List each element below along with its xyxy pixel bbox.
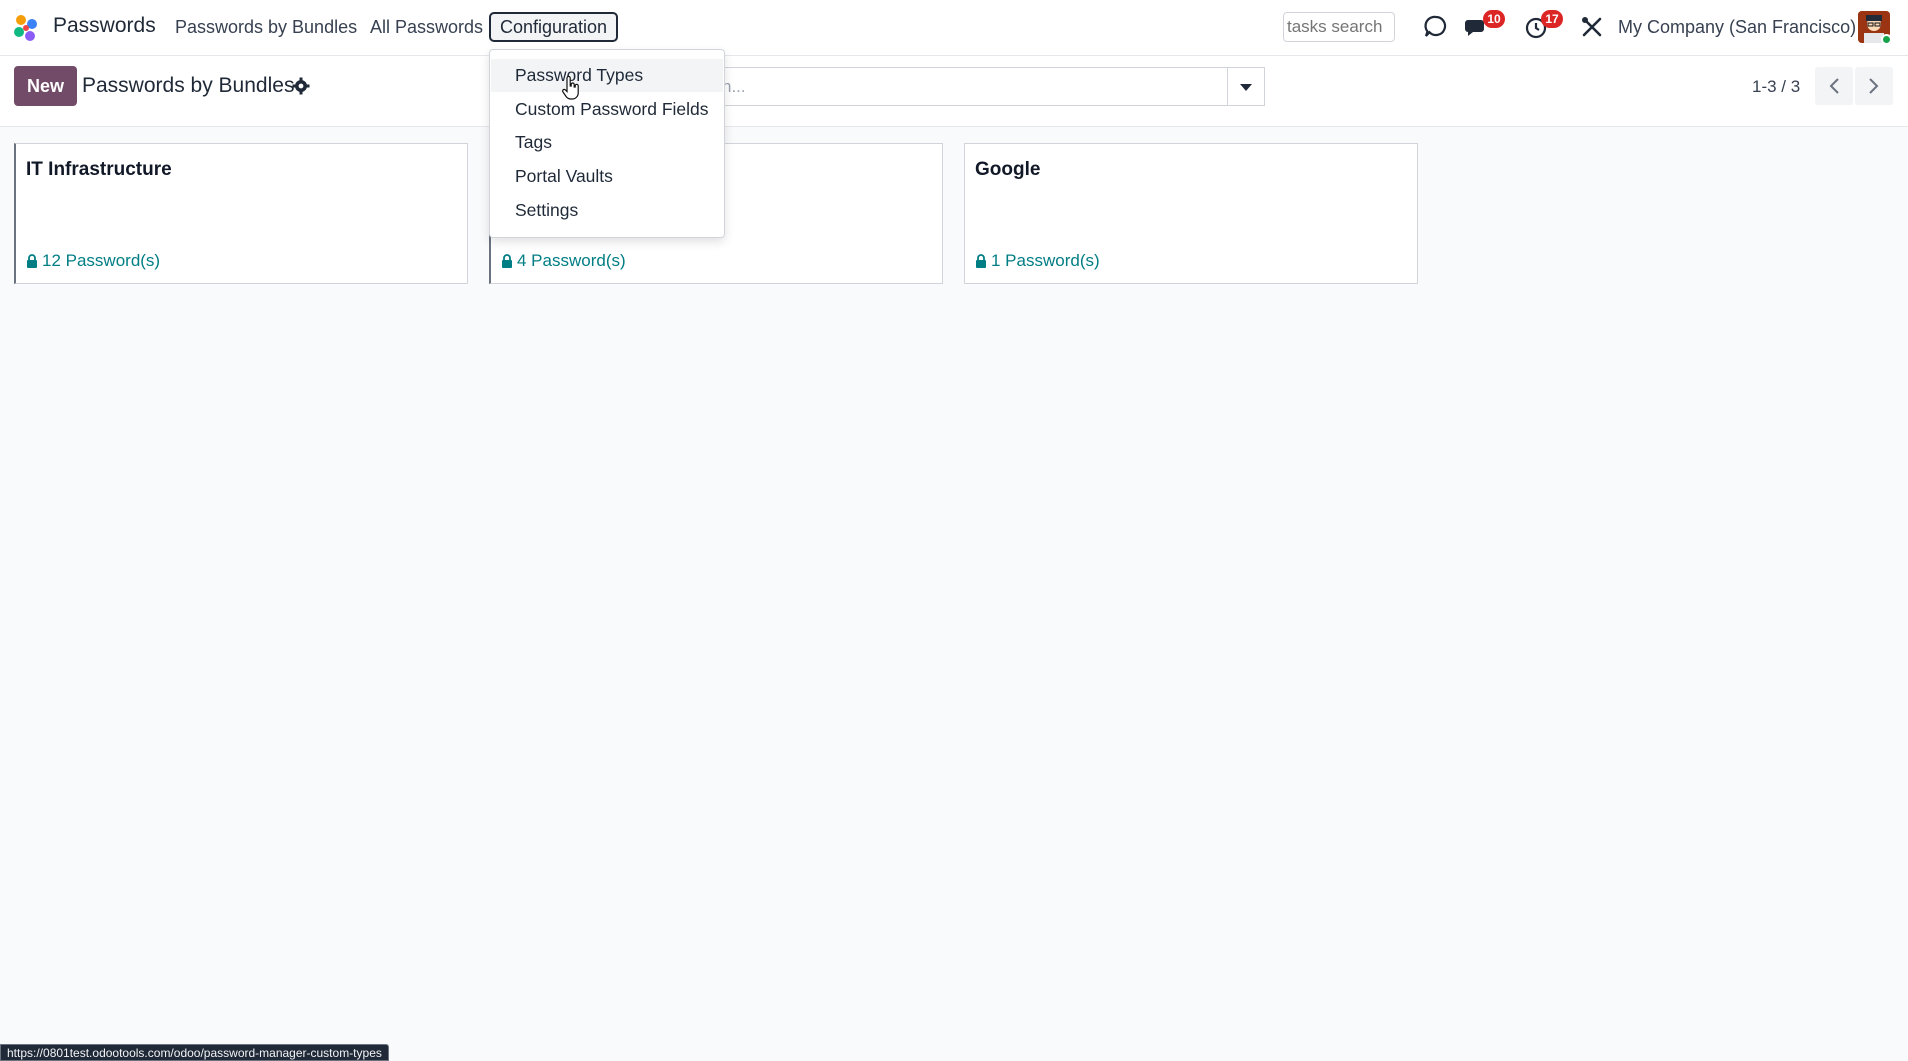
debug-tools-icon[interactable] bbox=[1579, 14, 1605, 40]
lock-icon bbox=[502, 254, 512, 268]
messages-badge: 10 bbox=[1483, 10, 1505, 28]
card-passwords-count: 1 Password(s) bbox=[991, 251, 1100, 270]
chevron-right-icon bbox=[1869, 78, 1879, 94]
app-name[interactable]: Passwords bbox=[53, 14, 156, 38]
hand-pointer-cursor-icon bbox=[562, 76, 579, 100]
menu-configuration[interactable]: Configuration bbox=[489, 12, 618, 42]
pager-value[interactable]: 1-3 / 3 bbox=[1752, 77, 1800, 97]
card-title: IT Infrastructure bbox=[26, 159, 172, 180]
card-title: Google bbox=[975, 159, 1041, 180]
card-passwords-count: 4 Password(s) bbox=[517, 251, 626, 270]
tasks-search-input[interactable] bbox=[1283, 12, 1395, 42]
search-placeholder-text: h... bbox=[722, 77, 746, 96]
pager-previous-button[interactable] bbox=[1815, 67, 1853, 105]
kanban-card[interactable]: Google 1 Password(s) bbox=[964, 143, 1418, 284]
company-switcher[interactable]: My Company (San Francisco) bbox=[1618, 17, 1856, 38]
menu-item-portal-vaults[interactable]: Portal Vaults bbox=[491, 160, 723, 193]
status-bar-url: https://0801test.odootools.com/odoo/pass… bbox=[0, 1044, 389, 1061]
activities-badge: 17 bbox=[1541, 10, 1563, 28]
new-button[interactable]: New bbox=[14, 66, 77, 106]
top-navbar: Passwords Passwords by Bundles All Passw… bbox=[0, 0, 1908, 56]
menu-item-custom-password-fields[interactable]: Custom Password Fields bbox=[491, 93, 723, 126]
menu-item-settings[interactable]: Settings bbox=[491, 194, 723, 227]
configuration-dropdown-menu: Password Types Custom Password Fields Ta… bbox=[489, 49, 725, 238]
caret-down-icon bbox=[1240, 83, 1252, 91]
chevron-left-icon bbox=[1829, 78, 1839, 94]
lock-icon bbox=[976, 254, 986, 268]
lock-icon bbox=[27, 254, 37, 268]
passwords-app-logo-icon[interactable] bbox=[10, 12, 42, 44]
card-passwords-count: 12 Password(s) bbox=[42, 251, 161, 270]
gear-icon[interactable] bbox=[292, 77, 310, 95]
card-passwords-link[interactable]: 12 Password(s) bbox=[26, 251, 160, 271]
pager-next-button[interactable] bbox=[1855, 67, 1893, 105]
search-options-toggle[interactable] bbox=[1227, 67, 1264, 106]
card-passwords-link[interactable]: 1 Password(s) bbox=[975, 251, 1100, 271]
page-title: Passwords by Bundles bbox=[82, 74, 295, 97]
menu-all-passwords[interactable]: All Passwords bbox=[370, 17, 483, 38]
menu-passwords-by-bundles[interactable]: Passwords by Bundles bbox=[175, 17, 357, 38]
menu-item-password-types[interactable]: Password Types bbox=[491, 59, 723, 92]
online-status-dot bbox=[1881, 34, 1892, 45]
menu-item-tags[interactable]: Tags bbox=[491, 126, 723, 159]
kanban-card[interactable]: IT Infrastructure 12 Password(s) bbox=[14, 143, 468, 284]
search-input[interactable] bbox=[710, 67, 1265, 106]
discuss-bubble-icon[interactable] bbox=[1423, 14, 1449, 40]
card-passwords-link[interactable]: 4 Password(s) bbox=[501, 251, 626, 271]
